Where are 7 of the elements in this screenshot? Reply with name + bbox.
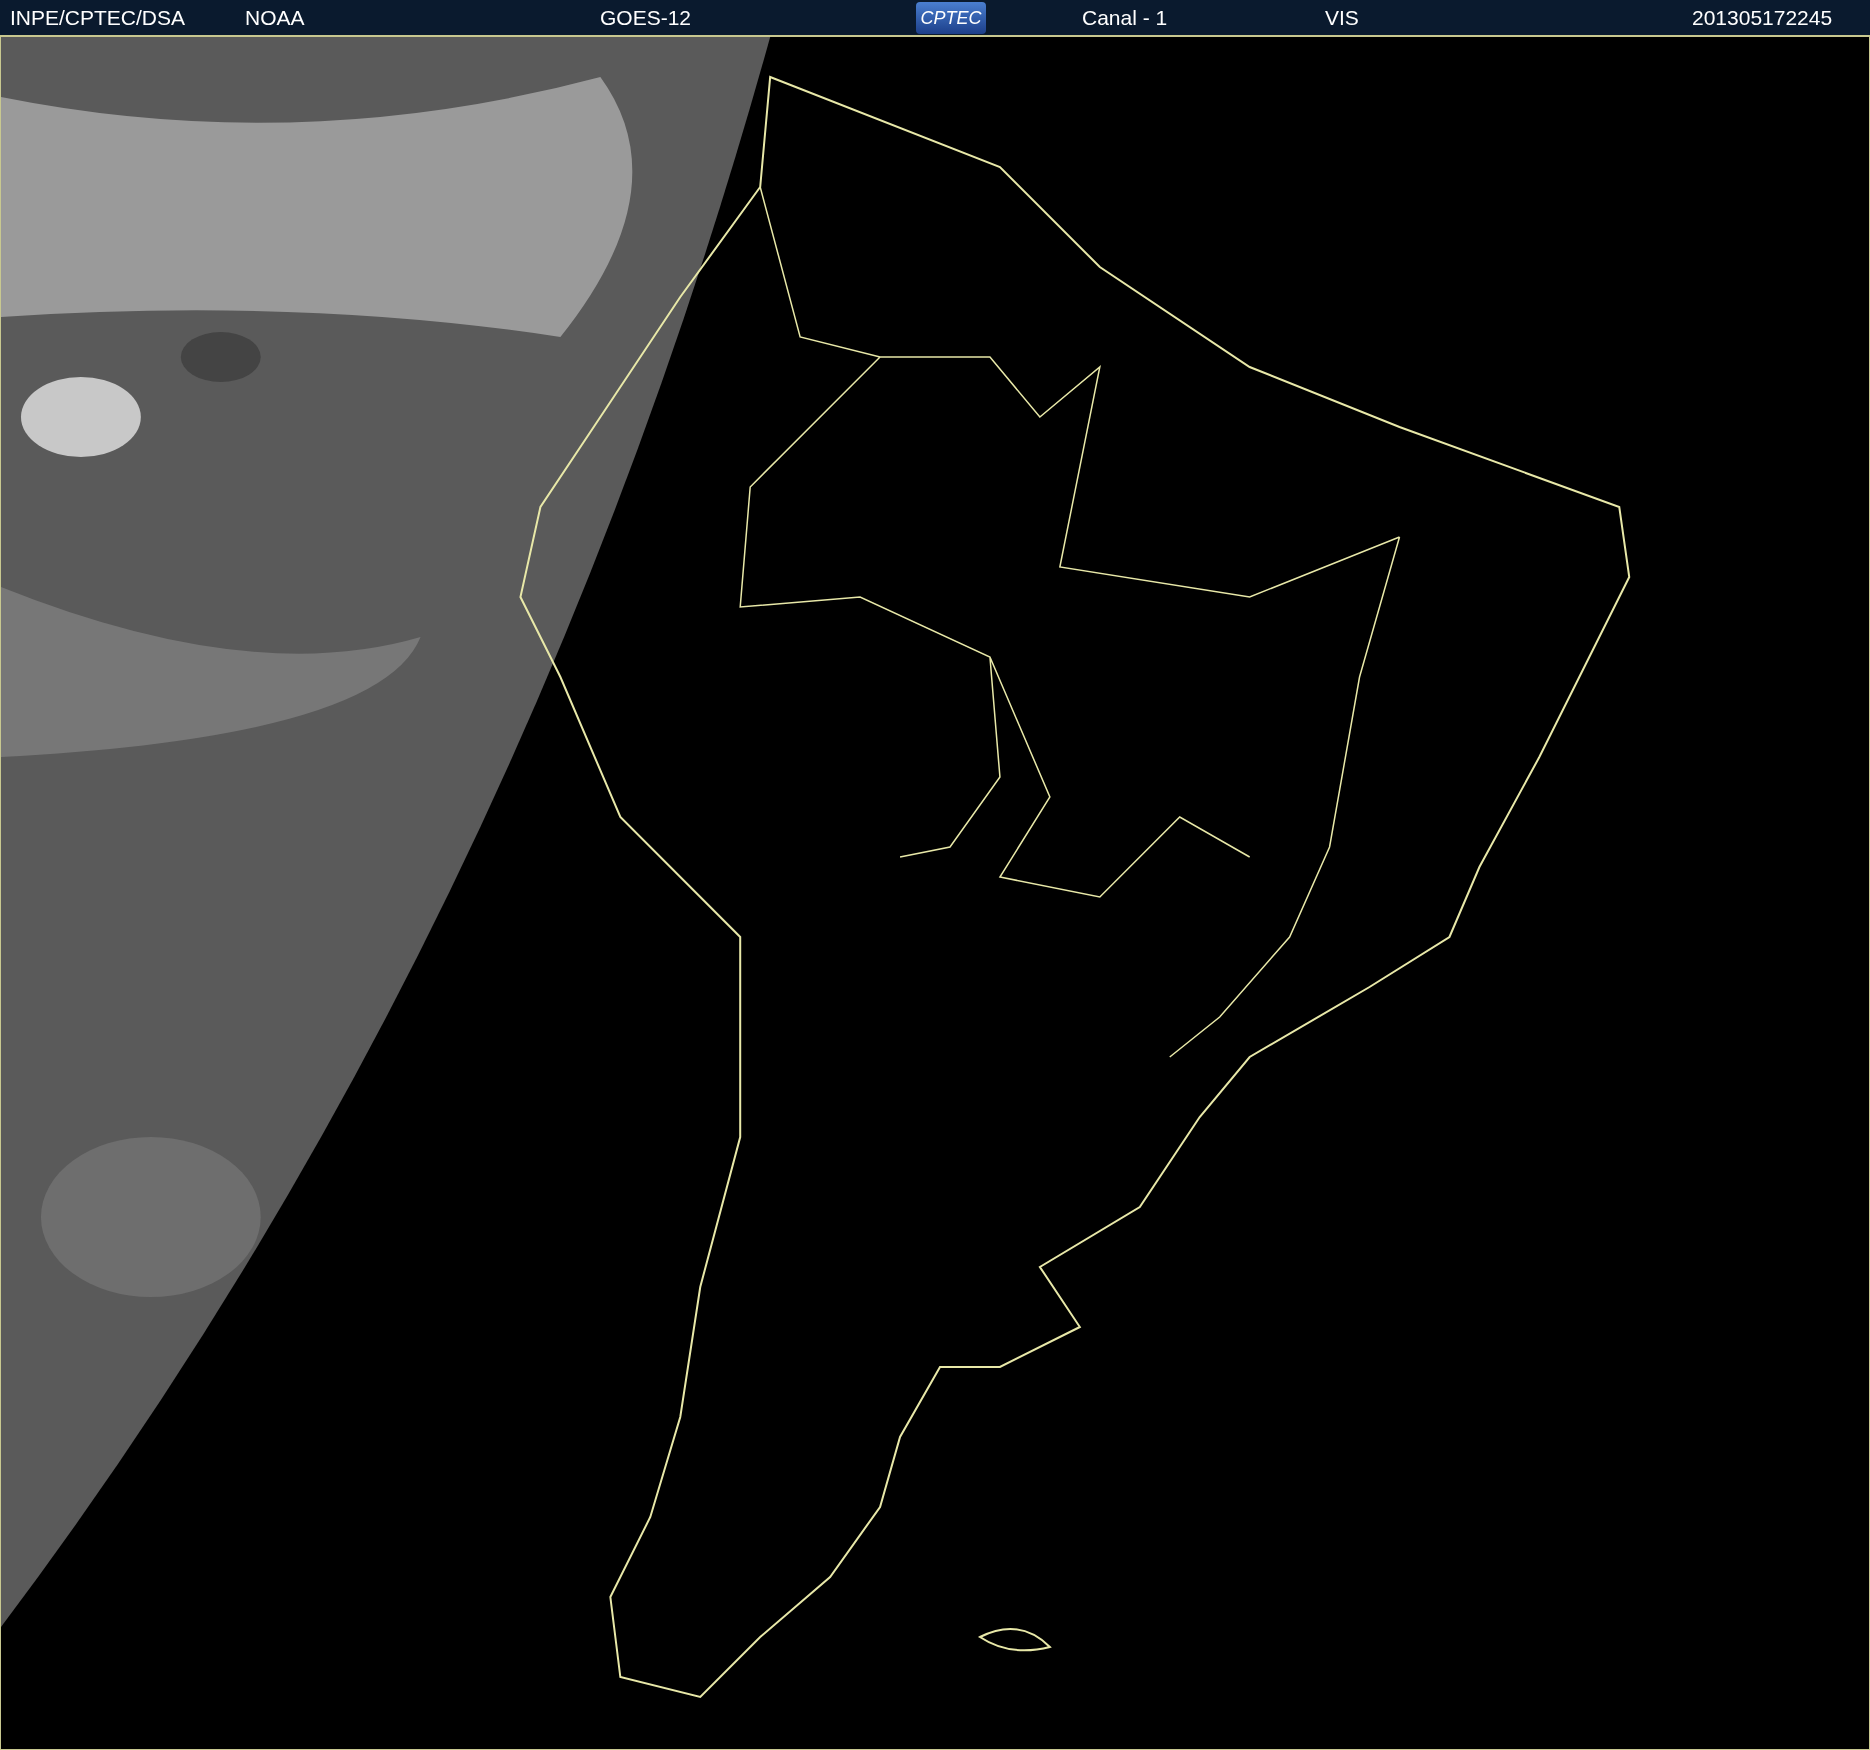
band-label: VIS xyxy=(1325,4,1360,31)
source-label: INPE/CPTEC/DSA xyxy=(10,4,187,31)
logo: CPTEC xyxy=(916,1,986,34)
timestamp-label: 201305172245 xyxy=(1692,4,1833,31)
agency-label: NOAA xyxy=(245,4,306,31)
channel-label: Canal - 1 xyxy=(1082,4,1169,31)
satellite-label: GOES-12 xyxy=(600,4,693,31)
